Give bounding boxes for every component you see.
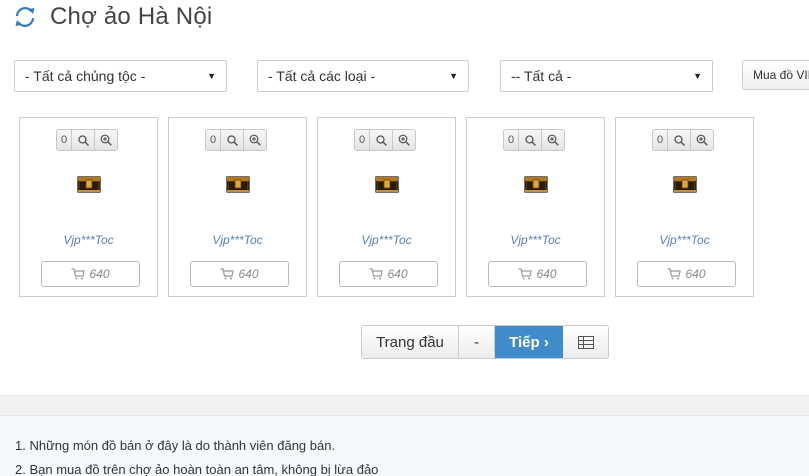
caret-down-icon: ▼	[693, 71, 702, 81]
page-title: Chợ ảo Hà Nội	[50, 3, 213, 30]
refresh-icon[interactable]	[12, 4, 38, 30]
product-card[interactable]: 0 Vjp***Toc 640	[615, 117, 754, 297]
type-select-value: - Tất cả các loại -	[268, 68, 376, 84]
search-icon[interactable]	[72, 129, 95, 151]
pagination: Trang đầu - Tiếp ›	[361, 325, 609, 359]
type-select[interactable]: - Tất cả các loại - ▼	[257, 60, 469, 92]
table-icon	[577, 335, 594, 349]
product-card[interactable]: 0 Vjp***Toc 640	[19, 117, 158, 297]
prev-page-button[interactable]: -	[459, 326, 495, 358]
view-count: 0	[354, 129, 370, 151]
status-select-value: -- Tất cả -	[511, 68, 572, 84]
caret-down-icon: ▼	[207, 71, 216, 81]
card-toolbar: 0	[354, 129, 416, 151]
race-select[interactable]: - Tất cả chủng tộc - ▼	[14, 60, 227, 92]
buy-vip-button[interactable]: Mua đồ VIP	[742, 60, 809, 90]
seller-name: Vjp***Toc	[659, 233, 710, 247]
status-select[interactable]: -- Tất cả - ▼	[500, 60, 713, 92]
view-count: 0	[56, 129, 72, 151]
search-icon[interactable]	[221, 129, 244, 151]
seller-name: Vjp***Toc	[510, 233, 561, 247]
view-count: 0	[652, 129, 668, 151]
product-card[interactable]: 0 Vjp***Toc 640	[317, 117, 456, 297]
cart-icon	[220, 268, 235, 280]
cart-icon	[71, 268, 86, 280]
card-toolbar: 0	[205, 129, 267, 151]
product-card[interactable]: 0 Vjp***Toc 640	[466, 117, 605, 297]
notice-box: 1. Những món đồ bán ở đây là do thành vi…	[0, 415, 809, 476]
zoom-in-icon[interactable]	[393, 129, 416, 151]
search-icon[interactable]	[668, 129, 691, 151]
buy-button[interactable]: 640	[488, 261, 587, 287]
grid-view-button[interactable]	[563, 326, 608, 358]
seller-name: Vjp***Toc	[63, 233, 114, 247]
next-page-button[interactable]: Tiếp ›	[495, 326, 563, 358]
cart-icon	[667, 268, 682, 280]
price-value: 640	[536, 267, 557, 281]
buy-button[interactable]: 640	[190, 261, 289, 287]
zoom-in-icon[interactable]	[542, 129, 565, 151]
page-header: Chợ ảo Hà Nội	[12, 2, 212, 32]
zoom-in-icon[interactable]	[244, 129, 267, 151]
zoom-in-icon[interactable]	[691, 129, 714, 151]
price-value: 640	[685, 267, 706, 281]
card-toolbar: 0	[652, 129, 714, 151]
search-icon[interactable]	[519, 129, 542, 151]
seller-name: Vjp***Toc	[212, 233, 263, 247]
view-count: 0	[503, 129, 519, 151]
caret-down-icon: ▼	[449, 71, 458, 81]
price-value: 640	[238, 267, 259, 281]
first-page-button[interactable]: Trang đầu	[362, 326, 459, 358]
cart-icon	[369, 268, 384, 280]
section-divider	[0, 395, 809, 415]
product-card[interactable]: 0 Vjp***Toc 640	[168, 117, 307, 297]
cart-icon	[518, 268, 533, 280]
item-chest-icon[interactable]	[375, 174, 399, 194]
race-select-value: - Tất cả chủng tộc -	[25, 68, 146, 84]
item-chest-icon[interactable]	[77, 174, 101, 194]
card-toolbar: 0	[56, 129, 118, 151]
price-value: 640	[387, 267, 408, 281]
seller-name: Vjp***Toc	[361, 233, 412, 247]
price-value: 640	[89, 267, 110, 281]
zoom-in-icon[interactable]	[95, 129, 118, 151]
buy-button[interactable]: 640	[637, 261, 736, 287]
notice-line-2: 2. Bạn mua đồ trên chợ ảo hoàn toàn an t…	[15, 462, 379, 476]
view-count: 0	[205, 129, 221, 151]
buy-button[interactable]: 640	[339, 261, 438, 287]
item-chest-icon[interactable]	[673, 174, 697, 194]
card-toolbar: 0	[503, 129, 565, 151]
item-chest-icon[interactable]	[226, 174, 250, 194]
search-icon[interactable]	[370, 129, 393, 151]
item-chest-icon[interactable]	[524, 174, 548, 194]
notice-line-1: 1. Những món đồ bán ở đây là do thành vi…	[15, 438, 336, 453]
buy-button[interactable]: 640	[41, 261, 140, 287]
